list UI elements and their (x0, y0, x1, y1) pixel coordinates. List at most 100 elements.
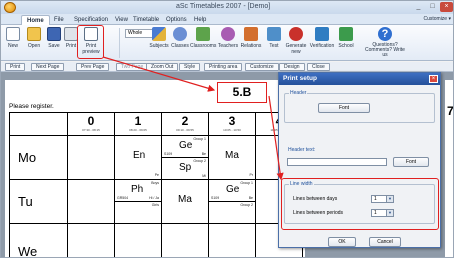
group-divider (115, 201, 161, 202)
lesson-cell: Group 1 Ge S109 Be Group 2 Sp Mi (162, 136, 209, 180)
lesson-group: Group 2 (193, 159, 206, 163)
lesson-room: GR504 (117, 196, 129, 200)
close-preview-button[interactable]: Close (307, 63, 330, 71)
lesson-group: Group 1 (193, 137, 206, 141)
cancel-button[interactable]: Cancel (369, 237, 401, 247)
preview-toolbar: Print Next Page Prev Page Two Page Zoom … (1, 62, 453, 72)
day-name: We (18, 244, 38, 258)
tab-specification[interactable]: Specification (69, 15, 113, 25)
test-icon (267, 27, 281, 41)
lesson-cell (68, 224, 115, 257)
lesson-group: Girls (151, 203, 159, 207)
school-label: School (338, 43, 354, 49)
school-button[interactable]: School (337, 27, 355, 59)
day-row-mo: Mo En Pe Group 1 Ge S109 Be Group 2 Sp M… (10, 136, 305, 180)
generate-button[interactable]: Generate new (285, 27, 307, 59)
lesson-subject: Ph (131, 184, 144, 195)
period-number: 2 (181, 114, 189, 128)
close-window-button[interactable]: × (440, 2, 453, 12)
dialog-title: Print setup (279, 73, 440, 85)
tab-file[interactable]: File (49, 15, 69, 25)
lesson-cell: Ma Pr (209, 136, 256, 180)
prev-page-button[interactable]: Prev Page (76, 63, 110, 71)
header-row: 0 07:30 - 08:15 1 08:20 - 09:05 2 09:10 … (10, 113, 305, 136)
test-button[interactable]: Test (266, 27, 282, 59)
lesson-teacher: Be (201, 152, 206, 156)
printer-icon (64, 27, 78, 41)
questions-button[interactable]: ? Questions? Comments? Write us (365, 27, 405, 59)
open-button[interactable]: Open (25, 27, 43, 59)
teachers-label: Teachers (217, 43, 239, 49)
header-text-font-button[interactable]: Font (393, 157, 429, 167)
classrooms-label: Classrooms (190, 43, 217, 49)
print-button[interactable]: Print (64, 27, 78, 59)
maximize-button[interactable]: □ (426, 2, 439, 12)
save-label: Save (48, 43, 60, 49)
customize-menu[interactable]: Customize ▾ (423, 16, 451, 22)
design-button[interactable]: Design (279, 63, 305, 71)
period-header: 2 09:10 - 09:55 (162, 113, 209, 136)
subjects-button[interactable]: Subjects (148, 27, 170, 59)
corner-cell (10, 113, 68, 136)
group-divider (162, 157, 208, 158)
tab-home[interactable]: Home (21, 15, 50, 25)
tab-timetable[interactable]: Timetable (128, 15, 164, 25)
open-label: Open (27, 43, 41, 49)
period-header: 1 08:20 - 09:05 (115, 113, 162, 136)
generate-label: Generate new (285, 43, 307, 55)
lesson-subject: Ma (178, 194, 192, 205)
two-page-button[interactable]: Two Page (116, 63, 149, 71)
period-header: 0 07:30 - 08:15 (68, 113, 115, 136)
lesson-subject: En (133, 150, 146, 161)
ok-button[interactable]: OK (328, 237, 356, 247)
day-cell: Mo (10, 136, 68, 180)
day-cell: We (10, 224, 68, 258)
header-text-input[interactable] (287, 158, 387, 166)
day-name: Tu (18, 194, 33, 209)
printing-area-button[interactable]: Printing area (204, 63, 243, 71)
tab-options[interactable]: Options (161, 15, 192, 25)
minimize-button[interactable]: _ (412, 2, 425, 12)
verification-button[interactable]: Verification (309, 27, 335, 59)
style-button[interactable]: Style (179, 63, 201, 71)
questions-label: Questions? Comments? Write us (365, 42, 405, 58)
timetable-page: Please register. 0 07:30 - 08:15 1 08:20… (5, 80, 305, 258)
tab-help[interactable]: Help (189, 15, 211, 25)
header-group: Header Font (284, 90, 435, 123)
line-width-highlight (281, 178, 439, 230)
dialog-close-button[interactable]: × (429, 75, 438, 83)
new-button[interactable]: New (5, 27, 21, 59)
header-font-button[interactable]: Font (318, 103, 370, 113)
relations-button[interactable]: Relations (240, 27, 262, 59)
save-button[interactable]: Save (46, 27, 62, 59)
lesson-room: S109 (164, 152, 173, 156)
subjects-icon (152, 27, 166, 41)
app-logo-icon[interactable] (4, 2, 16, 13)
test-label: Test (269, 43, 279, 49)
subjects-label: Subjects (149, 43, 169, 49)
classrooms-button[interactable]: Classrooms (190, 27, 216, 59)
teachers-button[interactable]: Teachers (217, 27, 239, 59)
lesson-teacher: Be (248, 196, 253, 200)
next-page-button[interactable]: Next Page (31, 63, 65, 71)
classes-button[interactable]: Classes (171, 27, 189, 59)
group-divider (209, 201, 255, 202)
print-page-button[interactable]: Print (5, 63, 26, 71)
lesson-room: Pe (154, 173, 159, 177)
lesson-subject: Ge (179, 140, 193, 151)
day-row-tu: Tu Boys Ph GR504 Hi / Ja Girls Ma Group … (10, 180, 305, 224)
lesson-room: Pr (249, 173, 254, 177)
header-group-label: Header (289, 90, 308, 96)
ribbon-separator (119, 28, 120, 58)
period-number: 3 (228, 114, 236, 128)
lesson-group: Group 2 (240, 203, 253, 207)
title-bar: aSc Timetables 2007 - [Demo] _ □ × (1, 1, 453, 14)
zoom-out-button[interactable]: Zoom Out (146, 63, 179, 71)
print-preview-highlight (77, 25, 104, 59)
app-window: aSc Timetables 2007 - [Demo] _ □ × Home … (0, 0, 454, 258)
lesson-cell (68, 180, 115, 224)
lesson-cell (209, 224, 256, 257)
customize-button[interactable]: Customize (245, 63, 279, 71)
teachers-icon (221, 27, 235, 41)
floppy-disk-icon (47, 27, 61, 41)
